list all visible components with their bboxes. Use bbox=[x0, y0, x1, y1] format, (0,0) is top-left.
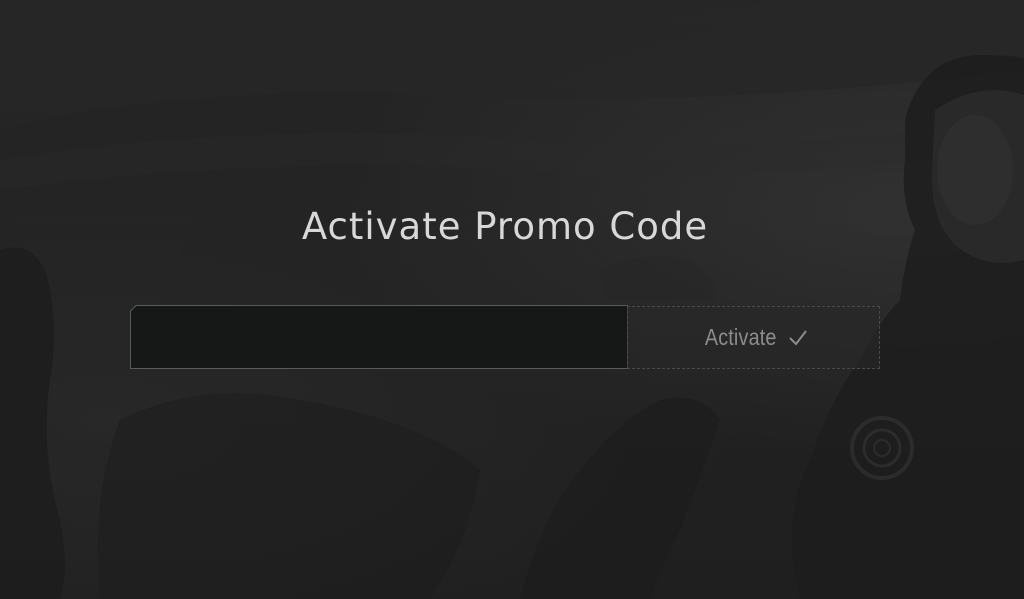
activate-button-label: Activate bbox=[704, 324, 777, 350]
promo-code-input[interactable] bbox=[130, 305, 628, 369]
checkmark-icon bbox=[789, 329, 807, 346]
background-artwork bbox=[0, 0, 1024, 599]
page-title: Activate Promo Code bbox=[301, 205, 709, 248]
activate-button[interactable]: Activate bbox=[627, 306, 880, 369]
promo-code-form: Activate bbox=[130, 305, 882, 371]
promo-code-screen: Activate Promo Code Activate bbox=[0, 0, 1024, 599]
